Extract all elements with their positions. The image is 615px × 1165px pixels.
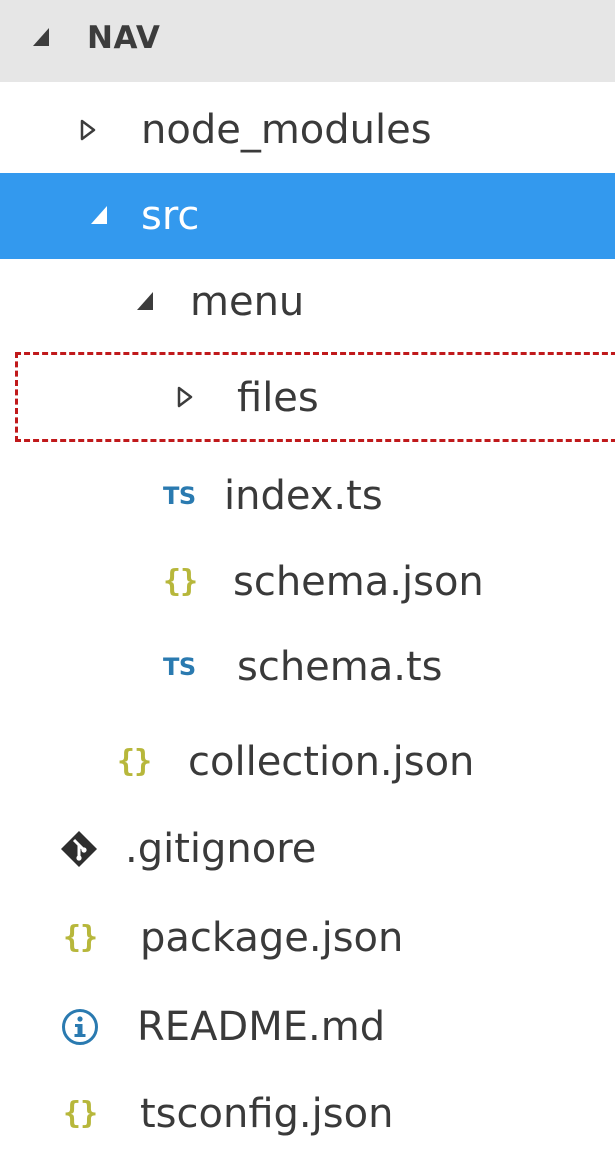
tree-item-schema-json[interactable]: {} schema.json bbox=[0, 539, 615, 625]
expanded-arrow-icon[interactable] bbox=[135, 290, 153, 312]
expanded-arrow-icon[interactable] bbox=[31, 26, 49, 48]
tree-item-src[interactable]: src bbox=[0, 173, 615, 259]
tree-item-label: tsconfig.json bbox=[140, 1091, 394, 1137]
tree-item-label: node_modules bbox=[141, 107, 432, 153]
tree-item-collection-json[interactable]: {} collection.json bbox=[0, 719, 615, 805]
tree-item-readme-md[interactable]: README.md bbox=[0, 984, 615, 1070]
tree-item-label: src bbox=[141, 193, 200, 239]
tree-item-menu[interactable]: menu bbox=[0, 259, 615, 345]
tree-item-label: README.md bbox=[137, 1004, 386, 1050]
tree-item-label: menu bbox=[190, 279, 305, 325]
tree-item-label: collection.json bbox=[188, 739, 475, 785]
tree-item-node-modules[interactable]: node_modules bbox=[0, 87, 615, 173]
info-icon bbox=[61, 984, 101, 1070]
git-icon bbox=[60, 806, 100, 892]
json-file-icon: {} bbox=[117, 744, 152, 779]
highlight-annotation bbox=[15, 352, 615, 442]
json-file-icon: {} bbox=[63, 920, 98, 955]
nav-section-header[interactable]: NAV bbox=[0, 0, 615, 82]
tree-item-label: index.ts bbox=[224, 473, 383, 519]
expanded-arrow-icon[interactable] bbox=[89, 204, 107, 226]
section-title: NAV bbox=[87, 20, 161, 56]
tree-item-label: schema.ts bbox=[237, 644, 443, 690]
json-file-icon: {} bbox=[163, 564, 198, 599]
tree-item-gitignore[interactable]: .gitignore bbox=[0, 806, 615, 892]
tree-item-label: .gitignore bbox=[125, 826, 317, 872]
tree-item-label: package.json bbox=[140, 915, 404, 961]
tree-item-index-ts[interactable]: TS index.ts bbox=[0, 453, 615, 539]
typescript-file-icon: TS bbox=[163, 653, 196, 681]
tree-item-label: schema.json bbox=[233, 559, 484, 605]
file-explorer: NAV node_modules src menu files TS index… bbox=[0, 0, 615, 1165]
tree-item-tsconfig-json[interactable]: {} tsconfig.json bbox=[0, 1071, 615, 1157]
typescript-file-icon: TS bbox=[163, 482, 196, 510]
tree-item-package-json[interactable]: {} package.json bbox=[0, 895, 615, 981]
collapsed-arrow-icon[interactable] bbox=[80, 119, 98, 141]
json-file-icon: {} bbox=[63, 1096, 98, 1131]
tree-item-schema-ts[interactable]: TS schema.ts bbox=[0, 624, 615, 710]
